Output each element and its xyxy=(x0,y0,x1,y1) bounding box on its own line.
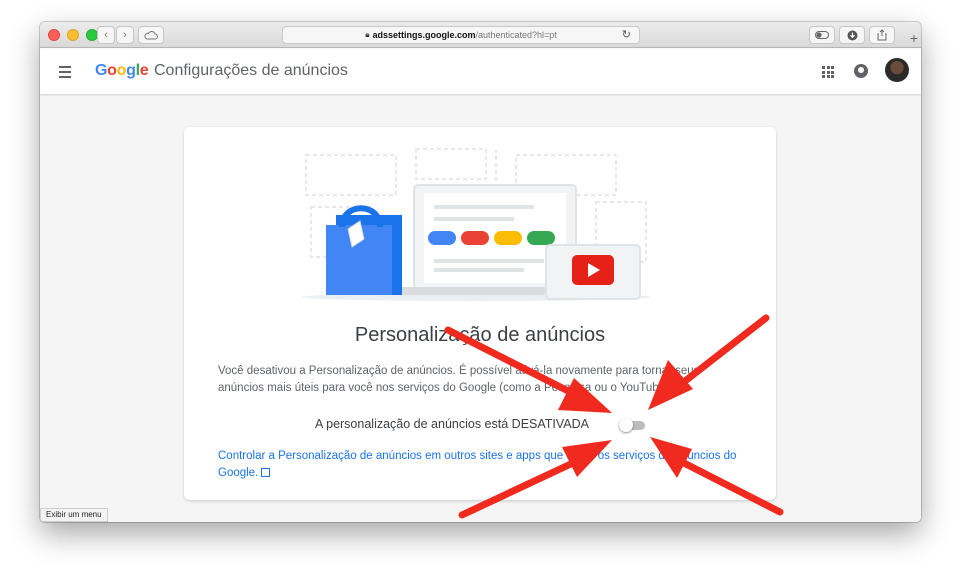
title-bar: ‹ › 🔒︎ adssettings.google.com /authentic… xyxy=(40,22,921,48)
google-header: Google Configurações de anúncios xyxy=(40,49,921,95)
logo-letter: o xyxy=(107,62,117,79)
personalization-toggle[interactable] xyxy=(619,418,645,432)
back-button[interactable]: ‹ xyxy=(97,26,115,44)
ad-personalization-card: Personalização de anúncios Você desativo… xyxy=(184,127,776,500)
lock-icon: 🔒︎ xyxy=(365,30,370,39)
forward-button[interactable]: › xyxy=(116,26,134,44)
page-title: Configurações de anúncios xyxy=(154,62,348,79)
apps-icon[interactable] xyxy=(822,66,834,78)
main-content: Personalização de anúncios Você desativo… xyxy=(40,96,921,522)
share-icon xyxy=(877,29,887,41)
status-tooltip: Exibir um menu xyxy=(40,508,108,522)
personalization-status-label: A personalização de anúncios está DESATI… xyxy=(315,417,589,431)
toggle-extension-icon xyxy=(815,31,829,39)
card-description: Você desativou a Personalização de anúnc… xyxy=(218,365,700,394)
other-sites-link-text[interactable]: Controlar a Personalização de anúncios e… xyxy=(218,450,736,479)
url-host: adssettings.google.com xyxy=(372,30,476,40)
cloud-icon xyxy=(144,30,158,39)
logo-letter: e xyxy=(139,62,149,79)
external-link-icon xyxy=(261,468,271,477)
minimize-window-button[interactable] xyxy=(67,29,79,41)
card-title: Personalização de anúncios xyxy=(354,324,606,346)
close-window-button[interactable] xyxy=(48,29,60,41)
share-button[interactable] xyxy=(869,26,895,44)
downloads-button[interactable] xyxy=(839,26,865,44)
download-icon xyxy=(847,30,857,40)
logo-letter: g xyxy=(126,62,136,79)
content-blocker-button[interactable] xyxy=(809,26,835,44)
personalization-status-row: A personalização de anúncios está DESATI… xyxy=(184,414,776,434)
new-tab-icon[interactable]: + xyxy=(905,30,921,48)
notifications-icon[interactable] xyxy=(854,64,868,78)
menu-icon[interactable] xyxy=(59,66,71,81)
reload-icon[interactable]: ↻ xyxy=(622,28,631,41)
address-bar[interactable]: 🔒︎ adssettings.google.com /authenticated… xyxy=(282,26,640,44)
chevron-right-icon: › xyxy=(123,29,127,41)
icloud-tabs-button[interactable] xyxy=(138,26,164,44)
ads-illustration xyxy=(301,148,651,301)
other-sites-link[interactable]: Controlar a Personalização de anúncios e… xyxy=(218,448,748,482)
browser-window: ‹ › 🔒︎ adssettings.google.com /authentic… xyxy=(40,22,921,522)
logo-letter: o xyxy=(116,62,127,79)
google-logo[interactable]: Google xyxy=(95,62,149,80)
chevron-left-icon: ‹ xyxy=(104,29,108,41)
url-path: /authenticated?hl=pt xyxy=(475,30,557,40)
toggle-knob xyxy=(619,418,633,432)
avatar[interactable] xyxy=(885,58,909,82)
logo-letter: G xyxy=(95,62,108,79)
